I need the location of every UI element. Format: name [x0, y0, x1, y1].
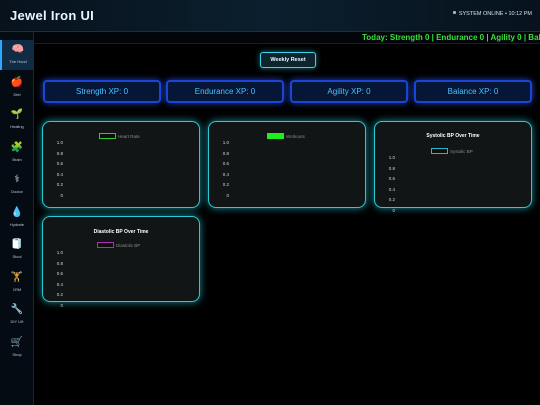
caduceus-icon: ⚕ [14, 174, 20, 185]
sidebar-item-label: Shop [12, 351, 22, 357]
legend-label: Heart Rate [118, 134, 140, 139]
chart-legend[interactable]: Diastolic BP [97, 242, 140, 248]
y-tick-label: 1.0 [222, 140, 229, 145]
sidebar-item-label: Hydrate [9, 221, 24, 227]
legend-label: Systolic BP [450, 149, 473, 154]
sidebar-item-diet[interactable]: 🍎 Diet [0, 73, 34, 103]
y-tick-label: 0.2 [56, 292, 63, 297]
y-tick-label: 0.8 [388, 165, 395, 171]
sidebar-item-stool[interactable]: 🧻 Stool [0, 235, 34, 265]
balance-xp-card: Balance XP: 0 [414, 80, 532, 103]
y-tick-label: 1.0 [56, 140, 63, 145]
ticker-text: Today: Strength 0 | Endurance 0 | Agilit… [362, 33, 540, 42]
y-tick-label: 1.0 [56, 250, 63, 255]
chart-card: Diastolic BP Over Time Diastolic BP 1.0 0.8… [42, 216, 200, 308]
daily-xp-ticker: Today: Strength 0 | Endurance 0 | Agilit… [34, 32, 540, 44]
y-tick-label: 0.2 [56, 182, 63, 187]
y-tick-label: 0.8 [56, 150, 63, 156]
y-tick-label: 0 [60, 302, 63, 308]
seedling-icon: 🌱 [10, 109, 24, 120]
droplet-icon: 💧 [10, 206, 24, 218]
y-tick-label: 0.2 [222, 182, 229, 187]
y-tick-label: 0.4 [222, 171, 229, 177]
apple-icon: 🍎 [10, 76, 24, 88]
status-indicator-icon [452, 11, 456, 14]
agility-xp-card: Agility XP: 0 [290, 80, 408, 103]
sidebar-item-doctor[interactable]: ⚕ Doctor [0, 170, 34, 200]
y-tick-label: 0.4 [56, 281, 63, 287]
sidebar-item-the-hood[interactable]: 🧠 The Hood [0, 40, 34, 70]
cart-icon: 🛒 [10, 336, 24, 348]
strength-xp-card: Strength XP: 0 [43, 80, 161, 103]
sidebar-item-label: 1RM [12, 286, 22, 292]
chart-title: Diastolic BP Over Time [93, 229, 149, 235]
top-bar: Jewel Iron UI SYSTEM ONLINE • 10:12 PM [0, 0, 540, 32]
wrench-icon: 🔧 [10, 304, 24, 315]
puzzle-icon: 🧩 [10, 141, 24, 153]
system-status: SYSTEM ONLINE • 10:12 PM [452, 11, 532, 17]
sidebar-item-1rm[interactable]: 🏋 1RM [0, 268, 34, 298]
y-tick-label: 0 [60, 192, 63, 198]
toilet-paper-icon: 🧻 [10, 239, 24, 250]
sidebar-nav: 🧠 The Hood 🍎 Diet 🌱 Healing 🧩 Brain ⚕ Doctor 💧 Hydr… [0, 32, 34, 405]
legend-swatch [267, 133, 284, 139]
sidebar-item-label: Stool [12, 254, 22, 259]
sidebar-item-label: Healing [10, 124, 24, 129]
y-tick-label: 0.8 [56, 260, 63, 266]
sidebar-item-label: The Hood [9, 59, 27, 64]
y-tick-label: 0 [392, 207, 395, 213]
y-tick-label: 0.6 [222, 161, 229, 166]
legend-swatch [97, 242, 114, 248]
legend-swatch [99, 133, 116, 139]
y-tick-label: 0.8 [222, 150, 229, 156]
y-tick-label: 0.2 [388, 197, 395, 202]
chart-card: Systolic BP Over Time Systolic BP 1.0 0.8 0.… [374, 121, 532, 213]
brain-icon: 🧠 [11, 44, 25, 55]
legend-label: Workouts [286, 134, 305, 139]
legend-swatch [431, 148, 448, 154]
sidebar-item-label: Doctor [11, 189, 23, 194]
y-tick-label: 0.6 [388, 176, 395, 181]
y-tick-label: 0.4 [56, 171, 63, 177]
chart-legend[interactable]: Workouts [267, 133, 305, 139]
y-tick-label: 0.6 [56, 271, 63, 276]
chart-card: Heart Rate 1.0 0.8 0.6 0.4 0.2 0 [42, 121, 200, 208]
y-tick-label: 0 [226, 192, 229, 198]
app-title: Jewel Iron UI [10, 8, 95, 23]
legend-label: Diastolic BP [116, 243, 141, 248]
sidebar-item-label: Diet [13, 91, 21, 97]
sidebar-item-healing[interactable]: 🌱 Healing [0, 105, 34, 135]
weekly-reset-button[interactable]: Weekly Reset [260, 52, 316, 68]
sidebar-item-label: DIY Lift [10, 319, 24, 324]
chart-legend[interactable]: Systolic BP [431, 148, 473, 154]
sidebar-item-label: Brain [12, 156, 22, 162]
sidebar-item-diy-lift[interactable]: 🔧 DIY Lift [0, 300, 34, 330]
y-tick-label: 1.0 [388, 155, 395, 160]
y-tick-label: 0.6 [56, 161, 63, 166]
sidebar-item-hydrate[interactable]: 💧 Hydrate [0, 203, 34, 233]
endurance-xp-card: Endurance XP: 0 [166, 80, 284, 103]
status-text: SYSTEM ONLINE • 10:12 PM [458, 11, 532, 17]
sidebar-item-brain[interactable]: 🧩 Brain [0, 138, 34, 168]
sidebar-item-shop[interactable]: 🛒 Shop [0, 333, 34, 363]
chart-legend[interactable]: Heart Rate [99, 133, 140, 139]
y-tick-label: 0.4 [388, 186, 395, 192]
chart-card: Workouts 1.0 0.8 0.6 0.4 0.2 0 [208, 121, 366, 208]
weightlifter-icon: 🏋 [10, 271, 24, 283]
chart-title: Systolic BP Over Time [426, 133, 480, 139]
